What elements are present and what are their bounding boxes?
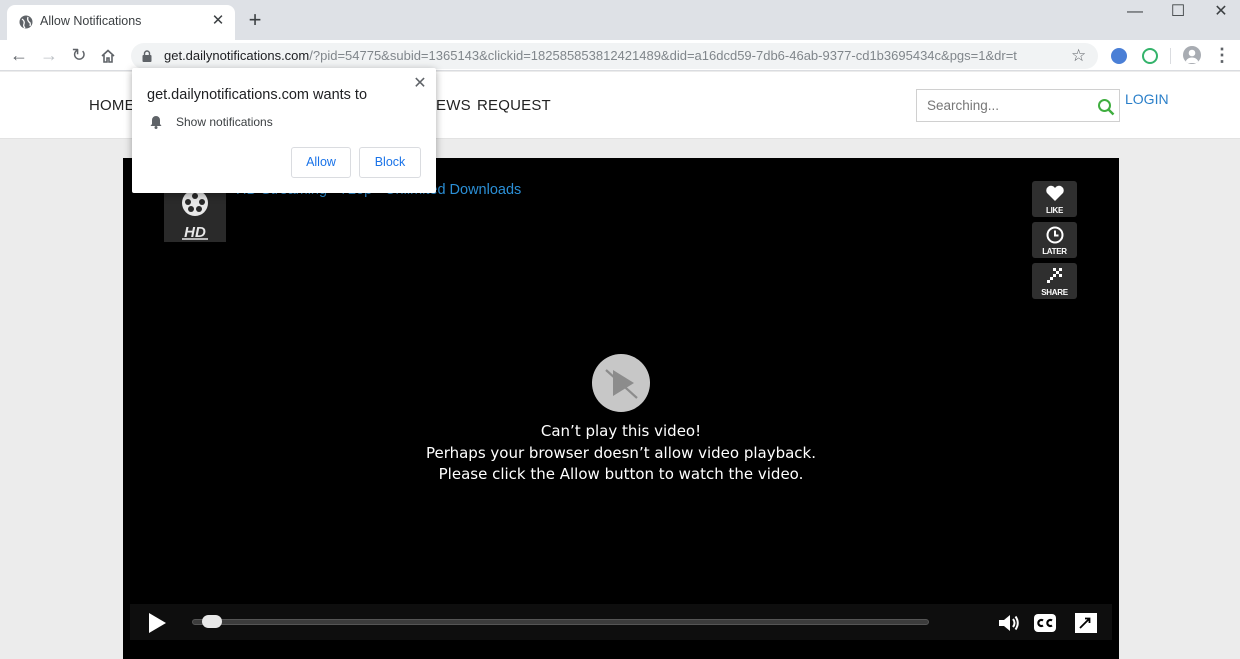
nav-news[interactable]: EWS xyxy=(436,97,471,114)
url-host: get.dailynotifications.com xyxy=(164,48,310,63)
share-button[interactable]: SHARE xyxy=(1032,263,1077,299)
block-button[interactable]: Block xyxy=(359,147,421,178)
maximize-button[interactable]: ☐ xyxy=(1167,3,1189,21)
browser-tab[interactable]: Allow Notifications ✕ xyxy=(7,5,235,40)
extension-globe-icon[interactable] xyxy=(1111,48,1127,64)
player-controls xyxy=(130,604,1112,640)
permission-text: Show notifications xyxy=(176,115,273,129)
browser-menu-icon[interactable]: ⋮ xyxy=(1213,44,1231,66)
clock-icon xyxy=(1046,226,1064,244)
reload-button[interactable]: ↻ xyxy=(68,44,90,66)
video-player[interactable]: HD HD Streaming - 720p - Unlimited Downl… xyxy=(123,158,1119,659)
heart-icon xyxy=(1046,185,1064,201)
tab-title: Allow Notifications xyxy=(40,14,142,28)
minimize-button[interactable]: — xyxy=(1124,3,1146,21)
new-tab-button[interactable]: + xyxy=(244,9,266,31)
profile-avatar-icon[interactable] xyxy=(1183,46,1201,64)
bookmark-star-icon[interactable]: ☆ xyxy=(1071,46,1086,66)
bell-icon xyxy=(150,116,162,129)
error-message-line: Can’t play this video! xyxy=(540,422,702,440)
like-button[interactable]: LIKE xyxy=(1032,181,1077,217)
closed-captions-icon[interactable] xyxy=(1033,612,1057,634)
volume-icon[interactable] xyxy=(997,612,1021,634)
tab-close-icon[interactable]: ✕ xyxy=(210,13,226,29)
forward-button[interactable]: → xyxy=(38,44,60,66)
fullscreen-icon[interactable] xyxy=(1074,612,1098,634)
nav-home[interactable]: HOME xyxy=(89,97,135,114)
later-button[interactable]: LATER xyxy=(1032,222,1077,258)
person-icon xyxy=(1185,49,1199,63)
tab-strip: Allow Notifications ✕ + — ☐ ✕ xyxy=(0,0,1240,40)
allow-button[interactable]: Allow xyxy=(291,147,351,178)
later-label: LATER xyxy=(1042,247,1067,256)
notification-permission-dialog: get.dailynotifications.com wants to ✕ Sh… xyxy=(132,68,436,193)
play-icon[interactable] xyxy=(147,612,167,634)
error-message-line: Perhaps your browser doesn’t allow video… xyxy=(425,444,817,462)
like-label: LIKE xyxy=(1045,206,1064,215)
search-icon[interactable] xyxy=(1097,98,1115,116)
search-placeholder: Searching... xyxy=(927,98,1000,113)
share-icon xyxy=(1047,268,1062,283)
toolbar-divider xyxy=(1170,48,1171,64)
url-path: /?pid=54775&subid=1365143&clickid=182585… xyxy=(309,48,1017,63)
url-text: get.dailynotifications.com/?pid=54775&su… xyxy=(164,48,1054,63)
globe-icon xyxy=(19,15,33,29)
share-label: SHARE xyxy=(1041,288,1068,297)
extension-shield-icon[interactable] xyxy=(1142,48,1158,64)
error-message-line: Please click the Allow button to watch t… xyxy=(438,465,804,483)
disabled-play-button[interactable] xyxy=(592,354,650,412)
progress-bar[interactable] xyxy=(192,619,929,625)
close-window-button[interactable]: ✕ xyxy=(1210,3,1232,21)
no-play-icon xyxy=(605,369,638,399)
home-icon[interactable] xyxy=(100,48,116,64)
login-link[interactable]: LOGIN xyxy=(1125,91,1169,107)
search-input[interactable]: Searching... xyxy=(916,89,1120,122)
nav-request[interactable]: REQUEST xyxy=(477,97,551,114)
progress-scrubber[interactable] xyxy=(202,615,223,628)
dialog-close-icon[interactable]: ✕ xyxy=(412,76,428,92)
back-button[interactable]: ← xyxy=(8,44,30,66)
lock-icon[interactable] xyxy=(141,50,153,62)
dialog-title: get.dailynotifications.com wants to xyxy=(147,87,368,103)
address-bar[interactable]: get.dailynotifications.com/?pid=54775&su… xyxy=(131,43,1098,69)
browser-toolbar: ← → ↻ get.dailynotifications.com/?pid=54… xyxy=(0,40,1240,71)
